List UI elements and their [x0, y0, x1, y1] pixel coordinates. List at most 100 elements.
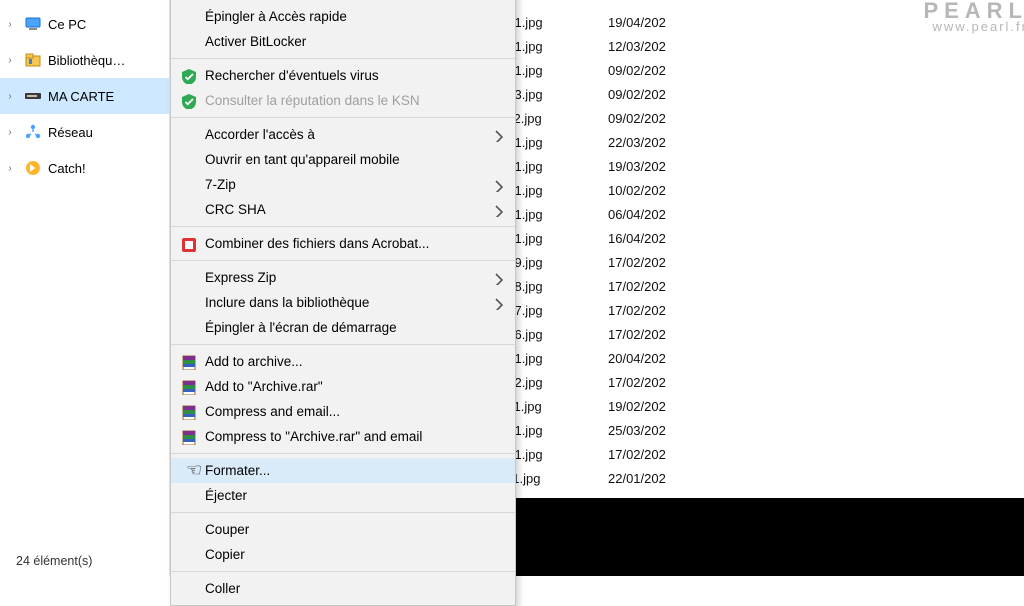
menu-item[interactable]: Éjecter — [171, 483, 515, 508]
menu-item[interactable]: Add to archive... — [171, 349, 515, 374]
menu-item-label: 7-Zip — [199, 177, 491, 192]
expand-icon[interactable]: › — [2, 127, 18, 138]
network-icon — [24, 123, 42, 141]
menu-item-label: Compress and email... — [199, 404, 491, 419]
menu-icon-blank — [177, 269, 199, 287]
drive-icon — [24, 87, 42, 105]
menu-icon-blank — [177, 319, 199, 337]
menu-item-label: Éjecter — [199, 488, 491, 503]
menu-icon-blank — [177, 33, 199, 51]
menu-item[interactable]: Compress and email... — [171, 399, 515, 424]
nav-item-catch[interactable]: › Catch! — [0, 150, 169, 186]
menu-item[interactable]: Épingler à Accès rapide — [171, 4, 515, 29]
menu-icon-blank — [177, 201, 199, 219]
menu-item-label: Add to archive... — [199, 354, 491, 369]
file-date: 06/04/202 — [608, 207, 666, 222]
submenu-chevron-icon — [491, 178, 505, 192]
expand-icon[interactable]: › — [2, 91, 18, 102]
acrobat-icon — [177, 235, 199, 253]
file-date: 19/02/202 — [608, 399, 666, 414]
nav-item-label: Ce PC — [48, 17, 86, 32]
rar-icon — [177, 378, 199, 396]
menu-item-label: Combiner des fichiers dans Acrobat... — [199, 236, 491, 251]
nav-item-library[interactable]: › Bibliothèqu… — [0, 42, 169, 78]
menu-item-label: Inclure dans la bibliothèque — [199, 295, 491, 310]
menu-item[interactable]: Coller — [171, 576, 515, 601]
menu-item-label: Express Zip — [199, 270, 491, 285]
nav-item-label: Catch! — [48, 161, 86, 176]
menu-item[interactable]: Épingler à l'écran de démarrage — [171, 315, 515, 340]
pc-icon — [24, 15, 42, 33]
context-menu[interactable]: Ouvrir dans une nouvelle fenêtreÉpingler… — [170, 0, 516, 606]
rar-icon — [177, 428, 199, 446]
expand-icon[interactable]: › — [2, 19, 18, 30]
status-bar-text: 24 élément(s) — [0, 546, 169, 576]
menu-item[interactable]: Accorder l'accès à — [171, 122, 515, 147]
menu-item-label: Épingler à Accès rapide — [199, 9, 491, 24]
watermark: PEARL www.pearl.fr — [923, 2, 1024, 33]
menu-item-label: Coller — [199, 581, 491, 596]
menu-item-label: Accorder l'accès à — [199, 127, 491, 142]
cursor-pointer-icon: ☜ — [186, 460, 202, 481]
shield-icon — [177, 92, 199, 110]
file-date: 12/03/202 — [608, 39, 666, 54]
file-date: 17/02/202 — [608, 375, 666, 390]
menu-item-label: Couper — [199, 522, 491, 537]
nav-item-network[interactable]: › Réseau — [0, 114, 169, 150]
menu-item[interactable]: Rechercher d'éventuels virus — [171, 63, 515, 88]
menu-separator — [171, 58, 515, 59]
menu-item[interactable]: Formater... — [171, 458, 515, 483]
nav-item-pc[interactable]: › Ce PC — [0, 6, 169, 42]
menu-item-label: Activer BitLocker — [199, 34, 491, 49]
menu-icon-blank — [177, 521, 199, 539]
menu-item[interactable]: Ouvrir en tant qu'appareil mobile — [171, 147, 515, 172]
file-date: 19/03/202 — [608, 159, 666, 174]
menu-separator — [171, 226, 515, 227]
menu-item[interactable]: Inclure dans la bibliothèque — [171, 290, 515, 315]
file-date: 09/02/202 — [608, 87, 666, 102]
file-date: 17/02/202 — [608, 303, 666, 318]
menu-icon-blank — [177, 8, 199, 26]
menu-icon-blank — [177, 126, 199, 144]
menu-icon-blank — [177, 151, 199, 169]
menu-item-label: Épingler à l'écran de démarrage — [199, 320, 491, 335]
file-date: 22/03/202 — [608, 135, 666, 150]
menu-separator — [171, 344, 515, 345]
menu-item-label: Consulter la réputation dans le KSN — [199, 93, 491, 108]
file-date: 16/04/202 — [608, 231, 666, 246]
nav-item-label: Réseau — [48, 125, 93, 140]
nav-item-drive[interactable]: › MA CARTE — [0, 78, 169, 114]
nav-item-label: Bibliothèqu… — [48, 53, 125, 68]
menu-item-label: Rechercher d'éventuels virus — [199, 68, 491, 83]
library-icon — [24, 51, 42, 69]
expand-icon[interactable]: › — [2, 55, 18, 66]
menu-item[interactable]: Add to "Archive.rar" — [171, 374, 515, 399]
menu-item[interactable]: Couper — [171, 517, 515, 542]
menu-separator — [171, 453, 515, 454]
menu-item[interactable]: Activer BitLocker — [171, 29, 515, 54]
file-date: 25/03/202 — [608, 423, 666, 438]
menu-item: Consulter la réputation dans le KSN — [171, 88, 515, 113]
menu-item[interactable]: 7-Zip — [171, 172, 515, 197]
menu-item-label: Add to "Archive.rar" — [199, 379, 491, 394]
menu-item-label: Compress to "Archive.rar" and email — [199, 429, 491, 444]
file-date: 10/02/202 — [608, 183, 666, 198]
menu-item[interactable]: Copier — [171, 542, 515, 567]
menu-item[interactable]: CRC SHA — [171, 197, 515, 222]
file-date: 20/04/202 — [608, 351, 666, 366]
rar-icon — [177, 403, 199, 421]
file-date: 09/02/202 — [608, 63, 666, 78]
menu-icon-blank — [177, 294, 199, 312]
file-date: 09/02/202 — [608, 111, 666, 126]
nav-item-label: MA CARTE — [48, 89, 114, 104]
file-date: 17/02/202 — [608, 255, 666, 270]
submenu-chevron-icon — [491, 203, 505, 217]
expand-icon[interactable]: › — [2, 163, 18, 174]
menu-item[interactable]: Express Zip — [171, 265, 515, 290]
menu-icon-blank — [177, 546, 199, 564]
submenu-chevron-icon — [491, 271, 505, 285]
catch-icon — [24, 159, 42, 177]
menu-item[interactable]: Compress to "Archive.rar" and email — [171, 424, 515, 449]
menu-item[interactable]: Combiner des fichiers dans Acrobat... — [171, 231, 515, 256]
file-date: 17/02/202 — [608, 447, 666, 462]
